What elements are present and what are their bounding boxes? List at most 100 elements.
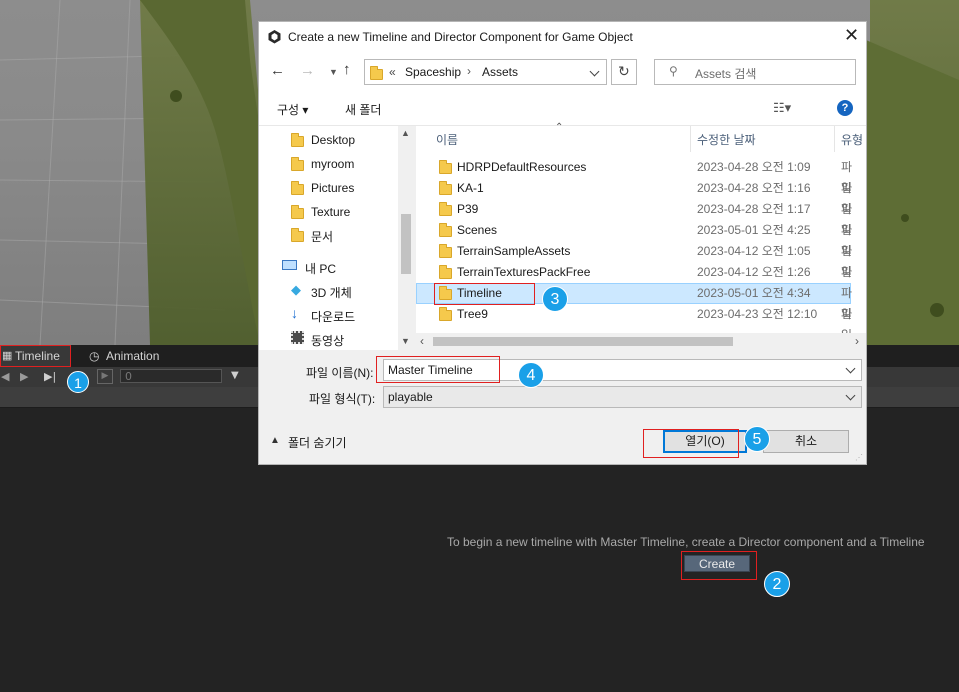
highlight-box-3 <box>434 283 535 305</box>
nav-item-label: 내 PC <box>305 262 337 276</box>
annotation-badge-5: 5 <box>744 426 770 452</box>
help-icon[interactable]: ? <box>837 100 853 116</box>
file-list-pane: 이름 ⌃ 수정한 날짜 유형 HDRPDefaultResources 2023… <box>416 122 866 350</box>
nav-item-texture[interactable]: Texture <box>291 201 396 223</box>
folder-icon <box>439 202 452 216</box>
frame-field[interactable]: 0 <box>120 369 222 383</box>
highlight-box-1 <box>0 345 71 367</box>
scroll-up-icon[interactable]: ▲ <box>401 128 410 138</box>
nav-item-downloads[interactable]: ↓ 다운로드 <box>291 304 396 326</box>
scroll-left-icon[interactable]: ‹ <box>420 334 424 348</box>
nav-item-3d-objects[interactable]: ◆ 3D 개체 <box>291 280 396 302</box>
column-type[interactable]: 유형 <box>841 131 863 148</box>
breadcrumb-separator-icon: › <box>467 64 471 78</box>
empty-timeline-message: To begin a new timeline with Master Time… <box>447 535 925 549</box>
pc-icon <box>282 260 297 270</box>
new-folder-button[interactable]: 새 폴더 <box>345 101 381 118</box>
breadcrumb-spaceship[interactable]: Spaceship <box>405 65 461 79</box>
horizontal-scrollbar[interactable]: ‹ › <box>416 333 866 350</box>
file-row[interactable]: Scenes 2023-05-01 오전 4:25 파일 <box>416 220 852 258</box>
play-icon[interactable]: ▶ <box>20 370 28 383</box>
file-row[interactable]: HDRPDefaultResources 2023-04-28 오전 1:09 … <box>416 157 852 195</box>
filetype-select[interactable]: playable <box>383 386 862 408</box>
nav-item-videos[interactable]: 동영상 <box>291 328 396 350</box>
chevron-up-icon[interactable]: ▲ <box>270 435 280 446</box>
file-name: Scenes <box>457 223 498 237</box>
nav-item-pictures[interactable]: Pictures <box>291 177 396 199</box>
scroll-down-icon[interactable]: ▼ <box>401 336 410 346</box>
chevron-down-icon[interactable] <box>845 363 856 374</box>
prev-key-icon[interactable]: ◀ <box>1 370 9 383</box>
file-row[interactable]: TerrainSampleAssets 2023-04-12 오전 1:05 파… <box>416 241 852 279</box>
filetype-value: playable <box>388 390 433 404</box>
file-date: 2023-04-28 오전 1:09 <box>697 160 811 174</box>
video-icon <box>291 331 304 344</box>
save-file-dialog: Create a new Timeline and Director Compo… <box>258 21 867 465</box>
file-row[interactable]: P39 2023-04-28 오전 1:17 파일 <box>416 199 852 237</box>
nav-item-desktop[interactable]: Desktop <box>291 129 396 151</box>
breadcrumb-overflow[interactable]: « <box>389 65 396 79</box>
refresh-icon: ↻ <box>618 63 630 79</box>
nav-item-label: Desktop <box>311 133 356 147</box>
folder-icon <box>291 157 304 171</box>
chevron-down-icon[interactable] <box>845 390 856 401</box>
column-divider <box>690 126 691 152</box>
close-icon[interactable]: ✕ <box>844 25 859 46</box>
filename-label: 파일 이름(N): <box>306 366 374 380</box>
sort-ascending-icon: ⌃ <box>555 122 564 133</box>
breadcrumb-assets[interactable]: Assets <box>482 65 518 79</box>
annotation-badge-1: 1 <box>67 371 89 393</box>
folder-icon <box>439 265 452 279</box>
hide-folders-toggle[interactable]: 폴더 숨기기 <box>288 434 347 451</box>
nav-item-myroom[interactable]: myroom <box>291 153 396 175</box>
nav-scrollbar[interactable]: ▲ ▼ <box>398 126 414 350</box>
download-icon: ↓ <box>291 305 298 321</box>
navigation-bar: ← → ▼ ↑ « Spaceship › Assets ↻ ⚲ Assets … <box>259 52 866 92</box>
column-name[interactable]: 이름 <box>436 131 458 148</box>
nav-item-label: 동영상 <box>311 334 345 348</box>
dialog-title: Create a new Timeline and Director Compo… <box>288 30 633 44</box>
scroll-thumb[interactable] <box>401 214 411 274</box>
annotation-badge-2: 2 <box>764 571 790 597</box>
refresh-button[interactable]: ↻ <box>611 59 637 85</box>
file-date: 2023-04-12 오전 1:05 <box>697 244 811 258</box>
file-row[interactable]: Tree9 2023-04-23 오전 12:10 파일 <box>416 304 852 342</box>
file-name: KA-1 <box>457 181 484 195</box>
file-name: Tree9 <box>457 307 488 321</box>
next-key-icon[interactable]: ▶ <box>97 369 113 384</box>
resize-grip-icon[interactable]: ⋰ <box>855 453 863 462</box>
search-input[interactable]: ⚲ Assets 검색 <box>654 59 856 85</box>
scroll-right-icon[interactable]: › <box>855 334 859 348</box>
forward-arrow-icon[interactable]: → <box>300 62 315 79</box>
nav-item-documents[interactable]: 문서 <box>291 224 396 246</box>
chevron-down-icon[interactable]: ▼ <box>231 370 239 381</box>
back-arrow-icon[interactable]: ← <box>270 62 285 79</box>
file-name: TerrainSampleAssets <box>457 244 571 258</box>
clock-icon: ◷ <box>89 349 100 363</box>
dialog-titlebar: Create a new Timeline and Director Compo… <box>259 22 866 52</box>
up-arrow-icon[interactable]: ↑ <box>343 61 351 78</box>
column-date[interactable]: 수정한 날짜 <box>697 131 756 148</box>
file-row[interactable]: KA-1 2023-04-28 오전 1:16 파일 <box>416 178 852 216</box>
cube-icon: ◆ <box>291 282 301 297</box>
address-bar[interactable]: « Spaceship › Assets <box>364 59 607 85</box>
folder-icon <box>291 205 304 219</box>
highlight-box-4 <box>376 356 500 383</box>
recent-chevron-icon[interactable]: ▼ <box>329 67 338 77</box>
nav-item-this-pc[interactable]: 내 PC <box>282 256 396 278</box>
folder-icon <box>291 181 304 195</box>
column-header: 이름 ⌃ 수정한 날짜 유형 <box>416 122 866 154</box>
folder-icon <box>370 66 383 80</box>
unity-logo-icon <box>268 30 281 44</box>
view-options-icon[interactable]: ☷▾ <box>773 100 791 116</box>
nav-item-label: 다운로드 <box>311 310 356 324</box>
tab-animation[interactable]: ◷ Animation <box>88 345 178 367</box>
annotation-badge-4: 4 <box>518 362 544 388</box>
file-date: 2023-04-28 오전 1:16 <box>697 181 811 195</box>
chevron-down-icon[interactable] <box>589 66 600 77</box>
organize-button[interactable]: 구성 ▾ <box>277 101 308 118</box>
file-row[interactable]: TerrainTexturesPackFree 2023-04-12 오전 1:… <box>416 262 852 300</box>
last-frame-icon[interactable]: ▶| <box>44 370 56 383</box>
scroll-thumb[interactable] <box>433 337 733 346</box>
cancel-button[interactable]: 취소 <box>763 430 849 453</box>
